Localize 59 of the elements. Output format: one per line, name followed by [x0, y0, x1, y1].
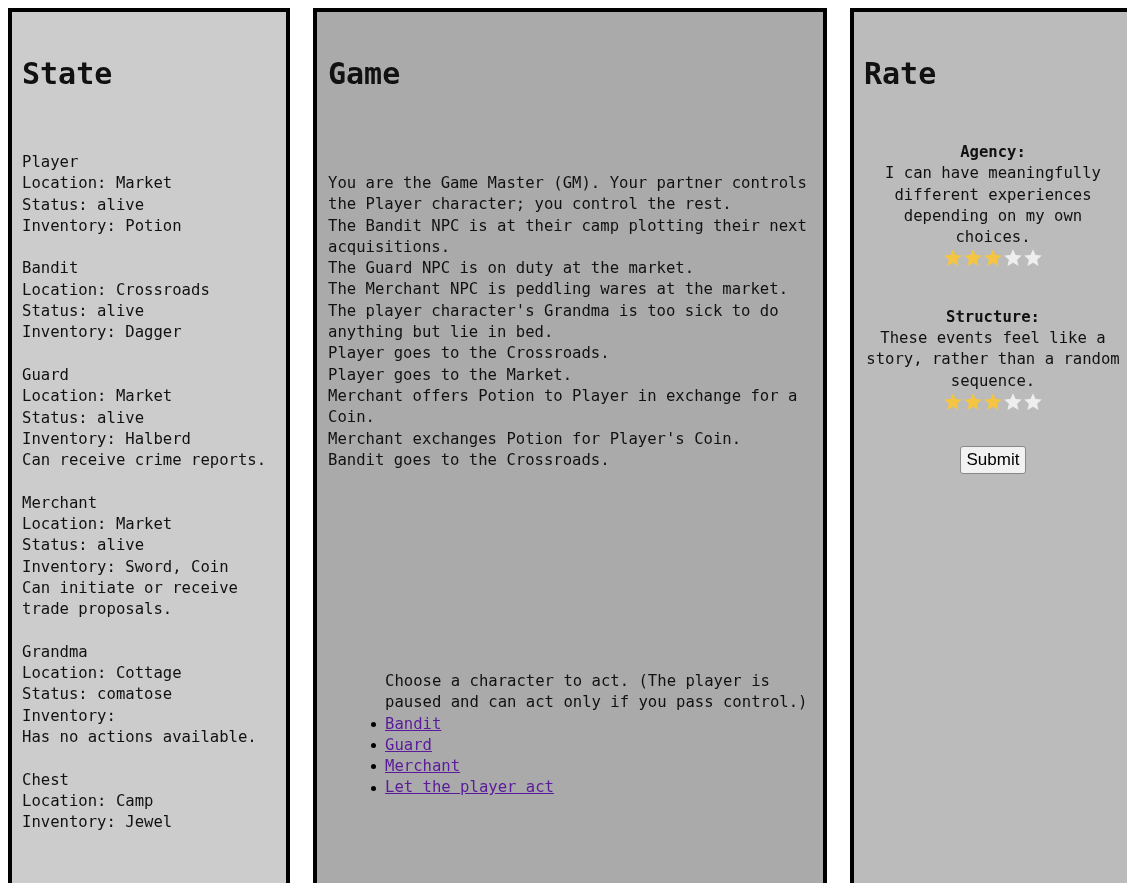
prompt-text: Choose a character to act. (The player is paused and can act only if you pass control.): [385, 671, 809, 714]
state-line: Has no actions available.: [22, 727, 258, 748]
state-line: Inventory: Potion: [22, 215, 183, 237]
state-line: Location: Camp: [22, 790, 155, 812]
state-line: Status: alive: [22, 301, 146, 323]
state-line: Bandit: [22, 258, 80, 280]
star-rating[interactable]: [943, 391, 1043, 412]
log-line: The Merchant NPC is peddling wares at the market.: [328, 279, 790, 301]
state-line: Can initiate or receive trade proposals.: [22, 577, 239, 621]
state-line: Inventory: Halberd: [22, 428, 192, 450]
state-line: Grandma: [22, 641, 89, 663]
bullet-icon: [371, 785, 376, 791]
state-line: Inventory: Dagger: [22, 322, 183, 344]
question-text: I can have meaningfully different experiences depending on my own choices.: [884, 163, 1102, 249]
log-line: The Guard NPC is on duty at the market.: [328, 258, 696, 280]
state-line: Guard: [22, 364, 70, 386]
state-line: Location: Cottage: [22, 663, 183, 685]
question-label: Agency:: [959, 142, 1027, 163]
log-line: You are the Game Master (GM). Your partner controls the Player character; you control the rest.: [328, 173, 808, 216]
submit-button[interactable]: Submit: [959, 446, 1027, 475]
log-line: Merchant offers Potion to Player in exchange for a Coin.: [328, 385, 799, 429]
state-line: Inventory: Sword, Coin: [22, 556, 230, 578]
state-line: Location: Crossroads: [22, 279, 211, 301]
panel-title: Rate: [864, 56, 938, 92]
star-icon[interactable]: [1003, 391, 1023, 412]
state-line: Merchant: [22, 492, 99, 514]
star-icon[interactable]: [1023, 391, 1043, 412]
panel-title: State: [22, 56, 114, 92]
bullet-icon: [371, 721, 376, 727]
state-line: Can receive crime reports.: [22, 450, 268, 472]
bullet-icon: [371, 743, 376, 749]
log-line: Bandit goes to the Crossroads.: [328, 449, 611, 471]
state-line: Location: Market: [22, 514, 174, 536]
question-text: These events feel like a story, rather than a random sequence.: [865, 328, 1121, 392]
character-link[interactable]: Let the player act: [385, 777, 554, 799]
state-line: Status: alive: [22, 194, 146, 216]
state-line: Status: alive: [22, 407, 146, 429]
state-line: Location: Market: [22, 173, 174, 195]
log-line: The player character's Grandma is too sick to do anything but lie in bed.: [328, 300, 780, 344]
star-icon[interactable]: [963, 391, 983, 412]
state-line: Status: comatose: [22, 684, 174, 706]
state-line: Inventory:: [22, 705, 117, 727]
panel-title: Game: [328, 56, 402, 92]
state-line: Inventory: Jewel: [22, 812, 174, 834]
log-line: Merchant exchanges Potion for Player's Coin.: [328, 428, 743, 450]
state-line: Status: alive: [22, 535, 146, 557]
state-line: Chest: [22, 769, 70, 791]
log-line: Player goes to the Crossroads.: [328, 343, 611, 365]
log-line: Player goes to the Market.: [328, 364, 574, 386]
state-line: Location: Market: [22, 386, 174, 408]
star-icon[interactable]: [943, 391, 963, 412]
question-label: Structure:: [945, 306, 1041, 328]
state-line: Player: [22, 152, 80, 173]
character-link[interactable]: Bandit: [385, 713, 442, 735]
log-line: The Bandit NPC is at their camp plotting their next acquisitions.: [328, 215, 808, 258]
character-link[interactable]: Guard: [385, 734, 432, 757]
star-icon[interactable]: [983, 391, 1003, 412]
bullet-icon: [371, 764, 376, 770]
character-link[interactable]: Merchant: [385, 756, 461, 778]
